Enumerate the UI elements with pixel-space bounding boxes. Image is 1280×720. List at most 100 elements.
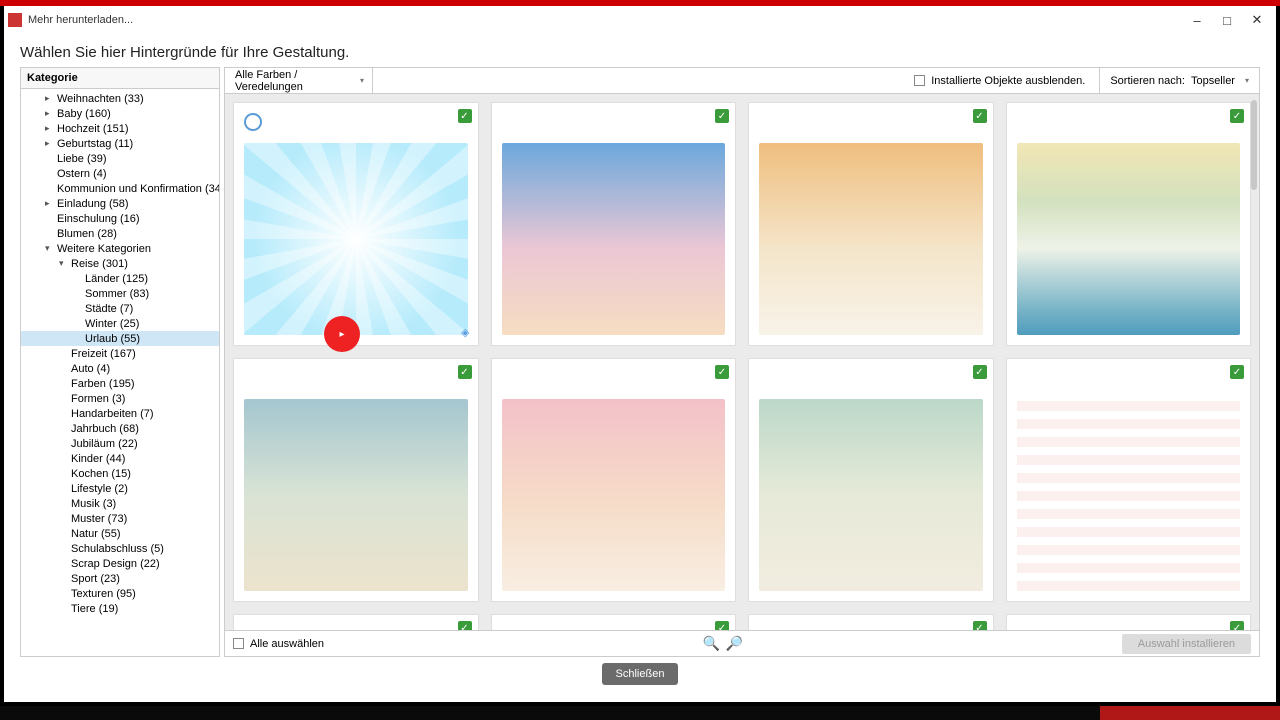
checkbox-icon — [914, 75, 925, 86]
category-item[interactable]: Farben (195) — [21, 376, 219, 391]
category-item[interactable]: Liebe (39) — [21, 151, 219, 166]
installed-check-icon: ✓ — [973, 621, 987, 631]
category-item[interactable]: Jubiläum (22) — [21, 436, 219, 451]
thumbnail-card[interactable]: ✓ — [491, 358, 737, 602]
thumbnail-image — [1017, 143, 1241, 335]
category-item[interactable]: Auto (4) — [21, 361, 219, 376]
category-item[interactable]: Freizeit (167) — [21, 346, 219, 361]
installed-check-icon: ✓ — [458, 109, 472, 123]
category-item[interactable]: Hochzeit (151) — [21, 121, 219, 136]
thumbnail-card[interactable]: ✓ — [1006, 358, 1252, 602]
category-item[interactable]: Scrap Design (22) — [21, 556, 219, 571]
app-icon — [8, 13, 22, 27]
category-item[interactable]: Musik (3) — [21, 496, 219, 511]
grid-footer: Alle auswählen 🔍 🔎 Auswahl installieren — [224, 631, 1260, 657]
thumbnail-card[interactable]: ✓ — [1006, 614, 1252, 631]
zoom-out-icon[interactable]: 🔍 — [702, 635, 719, 652]
thumbnail-card[interactable]: ✓ — [233, 614, 479, 631]
installed-check-icon: ✓ — [1230, 365, 1244, 379]
hide-installed-label: Installierte Objekte ausblenden. — [931, 75, 1085, 87]
category-item[interactable]: Länder (125) — [21, 271, 219, 286]
category-item[interactable]: Jahrbuch (68) — [21, 421, 219, 436]
sort-value: Topseller — [1191, 75, 1235, 87]
category-item[interactable]: Texturen (95) — [21, 586, 219, 601]
page-instruction: Wählen Sie hier Hintergründe für Ihre Ge… — [4, 34, 1276, 67]
toolbar: Alle Farben / Veredelungen Installierte … — [224, 67, 1260, 93]
category-item[interactable]: Kochen (15) — [21, 466, 219, 481]
thumbnail-card[interactable]: ✓ — [1006, 102, 1252, 346]
minimize-button[interactable]: – — [1182, 10, 1212, 30]
category-item[interactable]: Städte (7) — [21, 301, 219, 316]
install-selection-button[interactable]: Auswahl installieren — [1122, 634, 1251, 654]
sort-label: Sortieren nach: — [1110, 75, 1185, 87]
sort-dropdown[interactable]: Topseller — [1191, 75, 1249, 87]
category-item[interactable]: Einschulung (16) — [21, 211, 219, 226]
checkbox-icon — [233, 638, 244, 649]
thumbnail-image — [502, 143, 726, 335]
thumbnail-card[interactable]: ✓ — [748, 358, 994, 602]
zoom-in-icon[interactable]: 🔎 — [726, 635, 743, 652]
category-item[interactable]: Sommer (83) — [21, 286, 219, 301]
thumbnail-card[interactable]: ✓ — [491, 614, 737, 631]
thumbnail-card[interactable]: ✓ — [748, 614, 994, 631]
installed-check-icon: ✓ — [458, 365, 472, 379]
category-item[interactable]: Natur (55) — [21, 526, 219, 541]
installed-check-icon: ✓ — [1230, 109, 1244, 123]
select-circle-icon[interactable] — [244, 113, 262, 131]
thumbnail-card[interactable]: ✓ — [748, 102, 994, 346]
thumbnail-image — [502, 399, 726, 591]
taskbar — [0, 706, 1280, 720]
close-window-button[interactable]: ✕ — [1242, 10, 1272, 30]
category-tree: Weihnachten (33)Baby (160)Hochzeit (151)… — [21, 89, 219, 618]
thumbnail-grid: ✓◈✓✓✓✓✓✓✓✓✓✓✓ — [233, 102, 1251, 622]
window-title: Mehr herunterladen... — [28, 14, 1182, 26]
thumbnail-card[interactable]: ✓◈ — [233, 102, 479, 346]
installed-check-icon: ✓ — [1230, 621, 1244, 631]
category-item[interactable]: Weitere Kategorien — [21, 241, 219, 256]
thumbnail-card[interactable]: ✓ — [233, 358, 479, 602]
color-filter-dropdown[interactable]: Alle Farben / Veredelungen — [225, 68, 373, 93]
category-item[interactable]: Handarbeiten (7) — [21, 406, 219, 421]
category-item[interactable]: Baby (160) — [21, 106, 219, 121]
installed-check-icon: ✓ — [715, 365, 729, 379]
thumbnail-grid-wrap: ✓◈✓✓✓✓✓✓✓✓✓✓✓ — [224, 93, 1260, 631]
thumbnail-image — [244, 143, 468, 335]
category-item[interactable]: Tiere (19) — [21, 601, 219, 616]
thumbnail-image — [244, 399, 468, 591]
category-item[interactable]: Kommunion und Konfirmation (34) — [21, 181, 219, 196]
category-item[interactable]: Geburtstag (11) — [21, 136, 219, 151]
category-item[interactable]: Kinder (44) — [21, 451, 219, 466]
category-item[interactable]: Schulabschluss (5) — [21, 541, 219, 556]
close-dialog-button[interactable]: Schließen — [602, 663, 679, 685]
installed-check-icon: ✓ — [458, 621, 472, 631]
installed-check-icon: ✓ — [973, 109, 987, 123]
category-sidebar: Kategorie Weihnachten (33)Baby (160)Hoch… — [20, 67, 220, 657]
titlebar: Mehr herunterladen... – □ ✕ — [4, 6, 1276, 34]
category-item[interactable]: Muster (73) — [21, 511, 219, 526]
hide-installed-checkbox[interactable]: Installierte Objekte ausblenden. — [900, 75, 1099, 87]
category-item[interactable]: Formen (3) — [21, 391, 219, 406]
thumbnail-image — [759, 143, 983, 335]
category-item[interactable]: Weihnachten (33) — [21, 91, 219, 106]
installed-check-icon: ✓ — [715, 109, 729, 123]
category-item[interactable]: Einladung (58) — [21, 196, 219, 211]
maximize-button[interactable]: □ — [1212, 10, 1242, 30]
tray-strip — [1100, 706, 1280, 720]
installed-check-icon: ✓ — [973, 365, 987, 379]
category-item[interactable]: Blumen (28) — [21, 226, 219, 241]
category-item[interactable]: Ostern (4) — [21, 166, 219, 181]
category-item[interactable]: Lifestyle (2) — [21, 481, 219, 496]
thumbnail-card[interactable]: ✓ — [491, 102, 737, 346]
category-item[interactable]: Urlaub (55) — [21, 331, 219, 346]
category-item[interactable]: Winter (25) — [21, 316, 219, 331]
select-all-label: Alle auswählen — [250, 638, 324, 650]
category-item[interactable]: Sport (23) — [21, 571, 219, 586]
thumbnail-image — [759, 399, 983, 591]
category-item[interactable]: Reise (301) — [21, 256, 219, 271]
cursor-marker — [324, 316, 360, 352]
sidebar-title: Kategorie — [21, 68, 219, 89]
thumbnail-image — [1017, 399, 1241, 591]
installed-check-icon: ✓ — [715, 621, 729, 631]
premium-diamond-icon: ◈ — [461, 326, 469, 339]
select-all-checkbox[interactable]: Alle auswählen — [233, 638, 324, 650]
